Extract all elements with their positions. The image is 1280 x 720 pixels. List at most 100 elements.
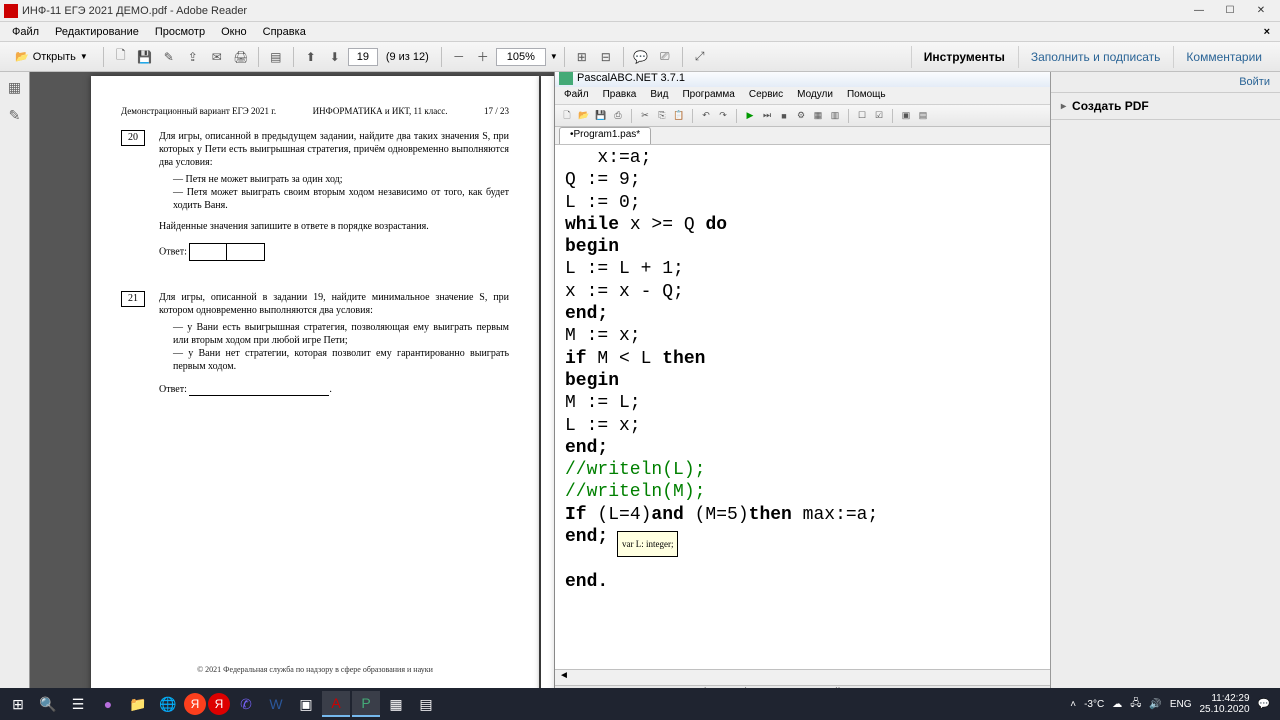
- pascal-menu-modules[interactable]: Модули: [790, 87, 840, 104]
- pascal-toolbar: 🗋 📂 💾 ⎙ ✂ ⎘ 📋 ↶ ↷ ▶ ⏭ ■ ⚙ ▦ ▥ ☐: [555, 105, 1050, 127]
- fit-page-icon[interactable]: ⊞: [571, 46, 593, 68]
- fill-sign-button[interactable]: Заполнить и подписать: [1018, 46, 1173, 68]
- pascal-menu-program[interactable]: Программа: [675, 87, 741, 104]
- toolbar: 📂 Открыть ▼ 🗋 💾 ✎ ⇪ ✉ 🖨 ▤ ⬆ ⬇ (9 из 12) …: [0, 42, 1280, 72]
- saveall-icon[interactable]: ⎙: [610, 108, 626, 124]
- menu-view[interactable]: Просмотр: [147, 24, 213, 40]
- pdf-icon: [4, 4, 18, 18]
- menu-file[interactable]: Файл: [4, 24, 47, 40]
- pascal-taskbar-icon[interactable]: P: [352, 691, 380, 717]
- tray-chevron-icon[interactable]: ˄: [1070, 699, 1076, 710]
- app3-icon[interactable]: ▦: [382, 691, 410, 717]
- app4-icon[interactable]: ▤: [412, 691, 440, 717]
- search-icon[interactable]: 🔍: [34, 691, 62, 717]
- opt3-icon[interactable]: ▣: [898, 108, 914, 124]
- copy-icon[interactable]: ⎘: [654, 108, 670, 124]
- taskview-icon[interactable]: ☰: [64, 691, 92, 717]
- network-icon[interactable]: 🖧: [1130, 696, 1141, 713]
- yandex2-icon[interactable]: Я: [208, 693, 230, 715]
- volume-icon[interactable]: 🔊: [1149, 699, 1161, 710]
- attachments-icon[interactable]: ✎: [6, 106, 24, 124]
- login-link[interactable]: Войти: [1051, 72, 1280, 93]
- read-mode-icon[interactable]: ⤢: [689, 46, 711, 68]
- chrome-icon[interactable]: 🌐: [154, 691, 182, 717]
- cut-icon[interactable]: ✂: [637, 108, 653, 124]
- open-button[interactable]: 📂 Открыть ▼: [6, 47, 97, 66]
- system-tray[interactable]: ˄ -3°C ☁ 🖧 🔊 ENG 11:42:29 25.10.2020 💬: [1070, 693, 1276, 715]
- start-button[interactable]: ⊞: [4, 691, 32, 717]
- yandex-icon[interactable]: Я: [184, 693, 206, 715]
- opt1-icon[interactable]: ☐: [854, 108, 870, 124]
- doc-close-button[interactable]: ×: [1258, 24, 1276, 40]
- word-icon[interactable]: W: [262, 691, 290, 717]
- pascal-menu-service[interactable]: Сервис: [742, 87, 790, 104]
- comment-icon[interactable]: 💬: [630, 46, 652, 68]
- pascal-hscroll[interactable]: ◄: [555, 669, 1050, 685]
- maximize-button[interactable]: ☐: [1215, 2, 1245, 20]
- page-thumbs-icon[interactable]: ▤: [265, 46, 287, 68]
- clock[interactable]: 11:42:29 25.10.2020: [1199, 693, 1249, 715]
- create-pdf-icon[interactable]: 🗋: [110, 46, 132, 68]
- close-button[interactable]: ✕: [1246, 2, 1276, 20]
- titlebar: ИНФ-11 ЕГЭ 2021 ДЕМО.pdf - Adobe Reader …: [0, 0, 1280, 22]
- zoom-out-icon[interactable]: －: [448, 46, 470, 68]
- code-editor[interactable]: x:=a; Q := 9; L := 0; while x >= Q do be…: [555, 145, 1050, 669]
- task-number: 20: [121, 130, 145, 146]
- opt4-icon[interactable]: ▤: [915, 108, 931, 124]
- grid-icon[interactable]: ▦: [810, 108, 826, 124]
- folder-icon: 📂: [15, 50, 29, 63]
- app-icon[interactable]: ●: [94, 691, 122, 717]
- pascal-menu-edit[interactable]: Правка: [596, 87, 644, 104]
- document-area[interactable]: Демонстрационный вариант ЕГЭ 2021 г. ИНФ…: [30, 72, 1050, 710]
- paste-icon[interactable]: 📋: [671, 108, 687, 124]
- onedrive-icon[interactable]: ☁: [1112, 699, 1122, 710]
- comments-panel-button[interactable]: Комментарии: [1173, 46, 1274, 68]
- highlight-icon[interactable]: ⎚: [654, 46, 676, 68]
- pascal-menu-help[interactable]: Помощь: [840, 87, 893, 104]
- adobe-icon[interactable]: A: [322, 691, 350, 717]
- share-icon[interactable]: ⇪: [182, 46, 204, 68]
- tab-program1[interactable]: •Program1.pas*: [559, 127, 651, 144]
- opt2-icon[interactable]: ☑: [871, 108, 887, 124]
- minimize-button[interactable]: —: [1184, 2, 1214, 20]
- compile-icon[interactable]: ⚙: [793, 108, 809, 124]
- explorer-icon[interactable]: 📁: [124, 691, 152, 717]
- pascal-menu-file[interactable]: Файл: [557, 87, 596, 104]
- language[interactable]: ENG: [1170, 699, 1192, 710]
- stop-icon[interactable]: ■: [776, 108, 792, 124]
- pascal-window[interactable]: PascalABC.NET 3.7.1 Файл Правка Вид Прог…: [554, 72, 1050, 703]
- pascal-menu-view[interactable]: Вид: [643, 87, 675, 104]
- tools-panel-button[interactable]: Инструменты: [911, 46, 1017, 68]
- app2-icon[interactable]: ▣: [292, 691, 320, 717]
- run-icon[interactable]: ▶: [742, 108, 758, 124]
- menu-edit[interactable]: Редактирование: [47, 24, 147, 40]
- email-icon[interactable]: ✉: [206, 46, 228, 68]
- thumbnails-icon[interactable]: ▦: [6, 78, 24, 96]
- page-up-icon[interactable]: ⬆: [300, 46, 322, 68]
- create-pdf-section[interactable]: Создать PDF: [1051, 93, 1280, 120]
- undo-icon[interactable]: ↶: [698, 108, 714, 124]
- menu-help[interactable]: Справка: [255, 24, 314, 40]
- open-icon[interactable]: 📂: [576, 108, 592, 124]
- menubar: Файл Редактирование Просмотр Окно Справк…: [0, 22, 1280, 42]
- notifications-icon[interactable]: 💬: [1258, 699, 1270, 710]
- menu-window[interactable]: Окно: [213, 24, 255, 40]
- step-icon[interactable]: ⏭: [759, 108, 775, 124]
- save-icon[interactable]: 💾: [593, 108, 609, 124]
- viber-icon[interactable]: ✆: [232, 691, 260, 717]
- fit-width-icon[interactable]: ⊟: [595, 46, 617, 68]
- save-icon[interactable]: 💾: [134, 46, 156, 68]
- dropdown-icon: ▼: [80, 52, 88, 61]
- new-icon[interactable]: 🗋: [559, 108, 575, 124]
- sign-icon[interactable]: ✎: [158, 46, 180, 68]
- zoom-in-icon[interactable]: ＋: [472, 46, 494, 68]
- redo-icon[interactable]: ↷: [715, 108, 731, 124]
- page-down-icon[interactable]: ⬇: [324, 46, 346, 68]
- weather: -3°C: [1084, 699, 1104, 710]
- grid2-icon[interactable]: ▥: [827, 108, 843, 124]
- page-number-input[interactable]: [348, 48, 378, 66]
- print-icon[interactable]: 🖨: [230, 46, 252, 68]
- pascal-titlebar[interactable]: PascalABC.NET 3.7.1: [555, 72, 1050, 87]
- zoom-select[interactable]: [496, 48, 546, 66]
- code-tooltip: var L: integer;: [617, 531, 678, 557]
